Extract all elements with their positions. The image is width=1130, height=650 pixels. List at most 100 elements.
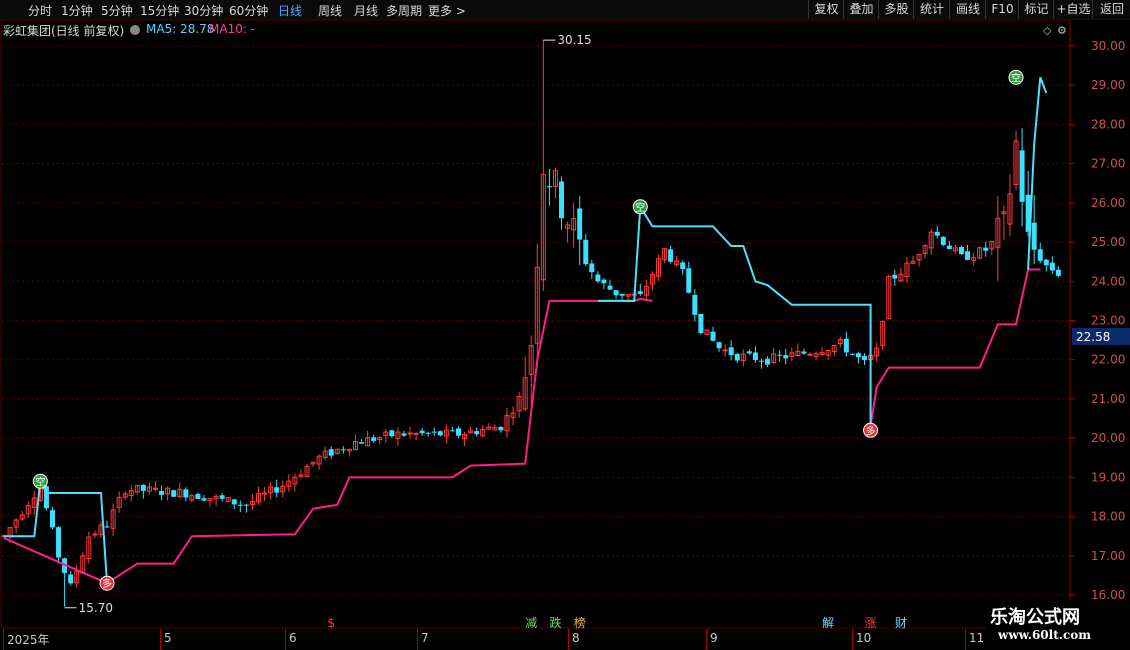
candle-body-down xyxy=(686,268,692,293)
candle-body-down xyxy=(195,493,201,499)
toolbar-button-1[interactable]: 叠加 xyxy=(843,0,879,19)
candle-body-down xyxy=(328,449,334,456)
resistance-line-2 xyxy=(639,206,872,427)
x-axis-label: 11 xyxy=(969,631,985,645)
signal-label: 空 xyxy=(1011,71,1021,84)
candle-body-down xyxy=(437,431,443,436)
candle-body-down xyxy=(219,495,225,499)
candle-body-down xyxy=(140,484,146,491)
event-label: 涨 xyxy=(865,615,877,629)
candle-body-down xyxy=(692,294,698,315)
event-label: 跌 xyxy=(549,615,561,629)
candle-body-down xyxy=(371,437,377,441)
period-tab-8[interactable]: 月线 xyxy=(354,2,378,19)
toolbar-button-0[interactable]: 复权 xyxy=(808,0,844,19)
period-tab-10[interactable]: 更多 > xyxy=(428,2,466,19)
candle-body-down xyxy=(231,499,237,505)
y-tick-label: 19.00 xyxy=(1091,470,1125,484)
candle-body-down xyxy=(401,433,407,436)
x-axis-label: 7 xyxy=(421,631,429,645)
y-tick-label: 29.00 xyxy=(1091,78,1125,92)
candle-body-down xyxy=(201,498,207,501)
period-tab-3[interactable]: 15分钟 xyxy=(140,2,179,19)
low-label: 15.70 xyxy=(79,601,113,615)
y-tick-label: 22.00 xyxy=(1091,353,1125,367)
toolbar-button-3[interactable]: 统计 xyxy=(913,0,950,19)
candle-body-down xyxy=(940,236,946,245)
candle-body-down xyxy=(1055,269,1061,276)
candle-body-down xyxy=(843,338,849,353)
toolbar-button-4[interactable]: 画线 xyxy=(949,0,986,19)
candle-body-down xyxy=(746,351,752,354)
event-label: $ xyxy=(327,616,335,629)
candle-body-down xyxy=(359,442,365,444)
event-label: 榜 xyxy=(574,615,586,629)
candle-body-down xyxy=(698,313,704,334)
candle-body-down xyxy=(431,431,437,433)
candle-body-down xyxy=(456,428,461,436)
resistance-line-4 xyxy=(1027,77,1048,270)
candle-body-down xyxy=(1037,249,1043,261)
candle-body-down xyxy=(559,181,565,219)
toolbar-button-6[interactable]: 标记 xyxy=(1018,0,1054,19)
period-tab-0[interactable]: 分时 xyxy=(28,2,52,19)
period-tab-1[interactable]: 1分钟 xyxy=(61,2,93,19)
y-tick-label: 28.00 xyxy=(1091,117,1125,131)
candle-body-down xyxy=(710,331,716,341)
period-tab-9[interactable]: 多周期 xyxy=(386,2,422,19)
toolbar-button-8[interactable]: 返回 xyxy=(1092,0,1130,19)
candle-body-down xyxy=(783,355,789,359)
candle-body-down xyxy=(619,293,625,296)
period-tab-5[interactable]: 60分钟 xyxy=(229,2,268,19)
candle-body-down xyxy=(1049,262,1055,271)
toolbar-button-2[interactable]: 多股 xyxy=(878,0,914,19)
period-tab-7[interactable]: 周线 xyxy=(318,2,342,19)
diamond-icon[interactable]: ◇ xyxy=(1043,24,1052,37)
candle-body-down xyxy=(589,263,595,273)
candle-body-down xyxy=(934,231,940,236)
candle-body-down xyxy=(759,360,764,362)
candle-body-down xyxy=(474,431,480,435)
toolbar-button-7[interactable]: +自选 xyxy=(1053,0,1093,19)
y-tick-label: 27.00 xyxy=(1091,157,1125,171)
candle-body-up xyxy=(92,533,98,536)
candle-body-down xyxy=(577,208,583,240)
candle-body-down xyxy=(946,245,952,250)
y-tick-label: 18.00 xyxy=(1091,510,1125,524)
watermark-title: 乐淘公式网 xyxy=(990,607,1080,628)
support-line-2 xyxy=(869,268,1041,427)
candle-body-down xyxy=(892,274,898,279)
current-price-label: 22.58 xyxy=(1076,330,1110,344)
candlestick-chart[interactable]: 30.00 29.00 28.00 27.00 26.00 25.00 24.00 23.00… xyxy=(0,20,1130,629)
watermark-url: www.60lt.com xyxy=(998,628,1091,642)
toolbar-button-5[interactable]: F10 xyxy=(985,0,1019,19)
x-axis-tick: 9 xyxy=(706,629,718,650)
signal-label: 多 xyxy=(102,577,112,590)
candle-body-down xyxy=(765,358,771,365)
candle-body-down xyxy=(104,526,110,528)
settings-gear-icon[interactable]: ⚙ xyxy=(1057,24,1067,37)
candle-body-down xyxy=(958,246,964,255)
candle-body-down xyxy=(983,247,989,251)
site-watermark: 乐淘公式网 www.60lt.com xyxy=(986,600,1126,648)
candle-body-down xyxy=(801,351,807,354)
x-axis-tick: 5 xyxy=(160,629,172,650)
candle-body-down xyxy=(237,504,243,506)
period-tab-6[interactable]: 日线 xyxy=(278,2,302,19)
period-tab-2[interactable]: 5分钟 xyxy=(101,2,133,19)
resistance-line xyxy=(4,477,108,584)
x-axis-tick: 8 xyxy=(568,629,580,650)
candle-body-up xyxy=(807,353,813,356)
candle-body-down xyxy=(546,186,552,188)
candle-body-down xyxy=(1019,150,1025,202)
candle-body-down xyxy=(613,290,619,296)
x-axis-tick: 6 xyxy=(285,629,297,650)
x-axis-tick: 11 xyxy=(965,629,984,650)
candle-body-down xyxy=(68,574,74,584)
event-label: 财 xyxy=(895,616,907,629)
candle-body-down xyxy=(49,510,55,528)
candle-body-down xyxy=(728,347,734,356)
candle-body-down xyxy=(752,352,758,361)
candle-body-down xyxy=(965,251,971,260)
period-tab-4[interactable]: 30分钟 xyxy=(184,2,223,19)
